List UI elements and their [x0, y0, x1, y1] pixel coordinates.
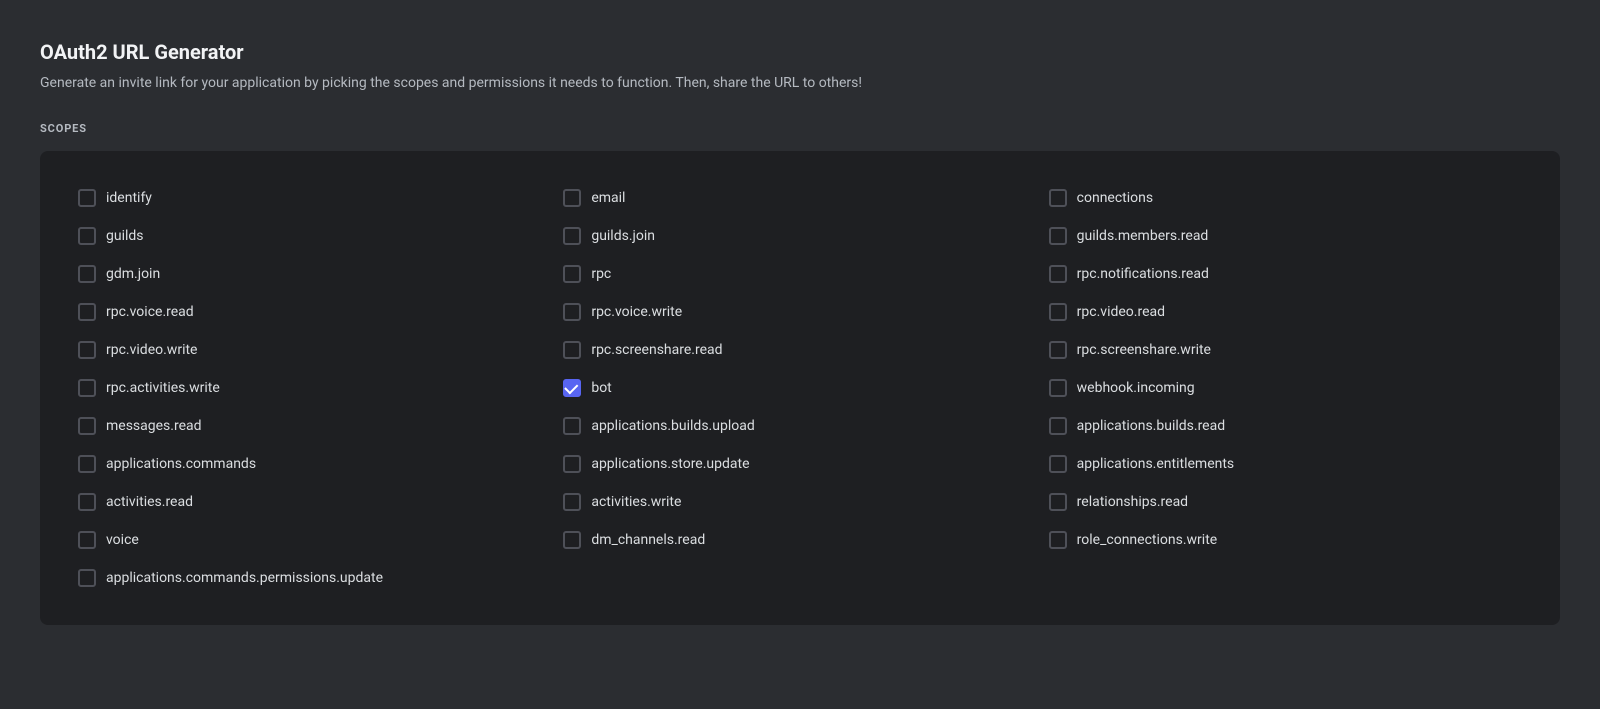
scope-label-guilds_members_read: guilds.members.read: [1077, 228, 1209, 244]
scope-checkbox-rpc_video_read[interactable]: [1049, 303, 1067, 321]
scopes-box: identify email connections guilds guilds.joi…: [40, 151, 1560, 625]
scope-label-rpc_video_read: rpc.video.read: [1077, 304, 1165, 320]
scope-label-role_connections_write: role_connections.write: [1077, 532, 1218, 548]
scope-checkbox-rpc_video_write[interactable]: [78, 341, 96, 359]
scope-checkbox-rpc_screenshare_write[interactable]: [1049, 341, 1067, 359]
scope-checkbox-rpc_voice_read[interactable]: [78, 303, 96, 321]
scope-label-voice: voice: [106, 532, 139, 548]
scope-item-connections[interactable]: connections: [1043, 179, 1528, 217]
scope-checkbox-bot[interactable]: [563, 379, 581, 397]
scope-label-rpc_voice_write: rpc.voice.write: [591, 304, 682, 320]
scope-checkbox-guilds[interactable]: [78, 227, 96, 245]
scope-checkbox-applications_commands_permissions_update[interactable]: [78, 569, 96, 587]
scope-item-applications_builds_upload[interactable]: applications.builds.upload: [557, 407, 1042, 445]
scope-label-gdm_join: gdm.join: [106, 266, 160, 282]
scope-item-gdm_join[interactable]: gdm.join: [72, 255, 557, 293]
scope-checkbox-connections[interactable]: [1049, 189, 1067, 207]
scope-item-applications_entitlements[interactable]: applications.entitlements: [1043, 445, 1528, 483]
scope-checkbox-messages_read[interactable]: [78, 417, 96, 435]
scope-checkbox-rpc_voice_write[interactable]: [563, 303, 581, 321]
scope-checkbox-identify[interactable]: [78, 189, 96, 207]
scope-label-activities_write: activities.write: [591, 494, 681, 510]
scope-label-guilds_join: guilds.join: [591, 228, 655, 244]
scope-checkbox-relationships_read[interactable]: [1049, 493, 1067, 511]
scope-item-guilds_members_read[interactable]: guilds.members.read: [1043, 217, 1528, 255]
scope-checkbox-gdm_join[interactable]: [78, 265, 96, 283]
scope-item-messages_read[interactable]: messages.read: [72, 407, 557, 445]
scope-label-activities_read: activities.read: [106, 494, 193, 510]
scope-label-applications_builds_read: applications.builds.read: [1077, 418, 1225, 434]
scope-label-rpc_notifications_read: rpc.notifications.read: [1077, 266, 1209, 282]
scope-checkbox-rpc_screenshare_read[interactable]: [563, 341, 581, 359]
scope-label-rpc_voice_read: rpc.voice.read: [106, 304, 194, 320]
scope-checkbox-activities_write[interactable]: [563, 493, 581, 511]
scope-label-rpc_activities_write: rpc.activities.write: [106, 380, 220, 396]
scope-checkbox-rpc[interactable]: [563, 265, 581, 283]
scope-item-applications_commands[interactable]: applications.commands: [72, 445, 557, 483]
scope-checkbox-guilds_members_read[interactable]: [1049, 227, 1067, 245]
scope-item-rpc_notifications_read[interactable]: rpc.notifications.read: [1043, 255, 1528, 293]
scope-checkbox-rpc_activities_write[interactable]: [78, 379, 96, 397]
page-title: OAuth2 URL Generator: [40, 40, 1560, 64]
scope-checkbox-guilds_join[interactable]: [563, 227, 581, 245]
scope-label-applications_store_update: applications.store.update: [591, 456, 749, 472]
scope-item-rpc_video_write[interactable]: rpc.video.write: [72, 331, 557, 369]
scope-label-guilds: guilds: [106, 228, 144, 244]
scope-item-bot[interactable]: bot: [557, 369, 1042, 407]
scope-item-rpc_video_read[interactable]: rpc.video.read: [1043, 293, 1528, 331]
scope-label-connections: connections: [1077, 190, 1153, 206]
scopes-grid: identify email connections guilds guilds.joi…: [72, 179, 1528, 597]
scope-checkbox-dm_channels_read[interactable]: [563, 531, 581, 549]
scope-label-relationships_read: relationships.read: [1077, 494, 1188, 510]
page-description: Generate an invite link for your applica…: [40, 74, 1560, 94]
scope-item-voice[interactable]: voice: [72, 521, 557, 559]
scope-label-applications_commands: applications.commands: [106, 456, 256, 472]
page-container: OAuth2 URL Generator Generate an invite …: [0, 0, 1600, 665]
scope-item-guilds_join[interactable]: guilds.join: [557, 217, 1042, 255]
scope-label-applications_commands_permissions_update: applications.commands.permissions.update: [106, 570, 383, 586]
scope-checkbox-activities_read[interactable]: [78, 493, 96, 511]
scope-checkbox-webhook_incoming[interactable]: [1049, 379, 1067, 397]
scope-label-bot: bot: [591, 380, 611, 396]
scope-item-dm_channels_read[interactable]: dm_channels.read: [557, 521, 1042, 559]
scope-label-applications_builds_upload: applications.builds.upload: [591, 418, 754, 434]
scope-item-email[interactable]: email: [557, 179, 1042, 217]
scope-checkbox-voice[interactable]: [78, 531, 96, 549]
scope-item-rpc_screenshare_read[interactable]: rpc.screenshare.read: [557, 331, 1042, 369]
scope-item-activities_read[interactable]: activities.read: [72, 483, 557, 521]
scope-item-guilds[interactable]: guilds: [72, 217, 557, 255]
scope-item-applications_builds_read[interactable]: applications.builds.read: [1043, 407, 1528, 445]
scope-item-relationships_read[interactable]: relationships.read: [1043, 483, 1528, 521]
scope-item-rpc_activities_write[interactable]: rpc.activities.write: [72, 369, 557, 407]
scope-label-rpc_screenshare_read: rpc.screenshare.read: [591, 342, 722, 358]
scope-checkbox-applications_store_update[interactable]: [563, 455, 581, 473]
scope-label-webhook_incoming: webhook.incoming: [1077, 380, 1195, 396]
scope-item-applications_commands_permissions_update[interactable]: applications.commands.permissions.update: [72, 559, 557, 597]
scope-checkbox-applications_builds_upload[interactable]: [563, 417, 581, 435]
scope-label-rpc: rpc: [591, 266, 611, 282]
scope-item-applications_store_update[interactable]: applications.store.update: [557, 445, 1042, 483]
scope-checkbox-role_connections_write[interactable]: [1049, 531, 1067, 549]
scope-item-rpc_voice_read[interactable]: rpc.voice.read: [72, 293, 557, 331]
scope-checkbox-applications_commands[interactable]: [78, 455, 96, 473]
scope-item-rpc_screenshare_write[interactable]: rpc.screenshare.write: [1043, 331, 1528, 369]
scope-item-role_connections_write[interactable]: role_connections.write: [1043, 521, 1528, 559]
scope-label-applications_entitlements: applications.entitlements: [1077, 456, 1235, 472]
scopes-section-label: SCOPES: [40, 122, 1560, 135]
scope-item-rpc[interactable]: rpc: [557, 255, 1042, 293]
scope-checkbox-email[interactable]: [563, 189, 581, 207]
scope-label-rpc_video_write: rpc.video.write: [106, 342, 197, 358]
scope-label-rpc_screenshare_write: rpc.screenshare.write: [1077, 342, 1211, 358]
scope-item-activities_write[interactable]: activities.write: [557, 483, 1042, 521]
scope-checkbox-rpc_notifications_read[interactable]: [1049, 265, 1067, 283]
scope-item-identify[interactable]: identify: [72, 179, 557, 217]
scope-item-rpc_voice_write[interactable]: rpc.voice.write: [557, 293, 1042, 331]
scope-label-messages_read: messages.read: [106, 418, 202, 434]
scope-label-dm_channels_read: dm_channels.read: [591, 532, 705, 548]
scope-checkbox-applications_builds_read[interactable]: [1049, 417, 1067, 435]
scope-label-identify: identify: [106, 190, 152, 206]
scope-checkbox-applications_entitlements[interactable]: [1049, 455, 1067, 473]
scope-item-webhook_incoming[interactable]: webhook.incoming: [1043, 369, 1528, 407]
scope-label-email: email: [591, 190, 625, 206]
